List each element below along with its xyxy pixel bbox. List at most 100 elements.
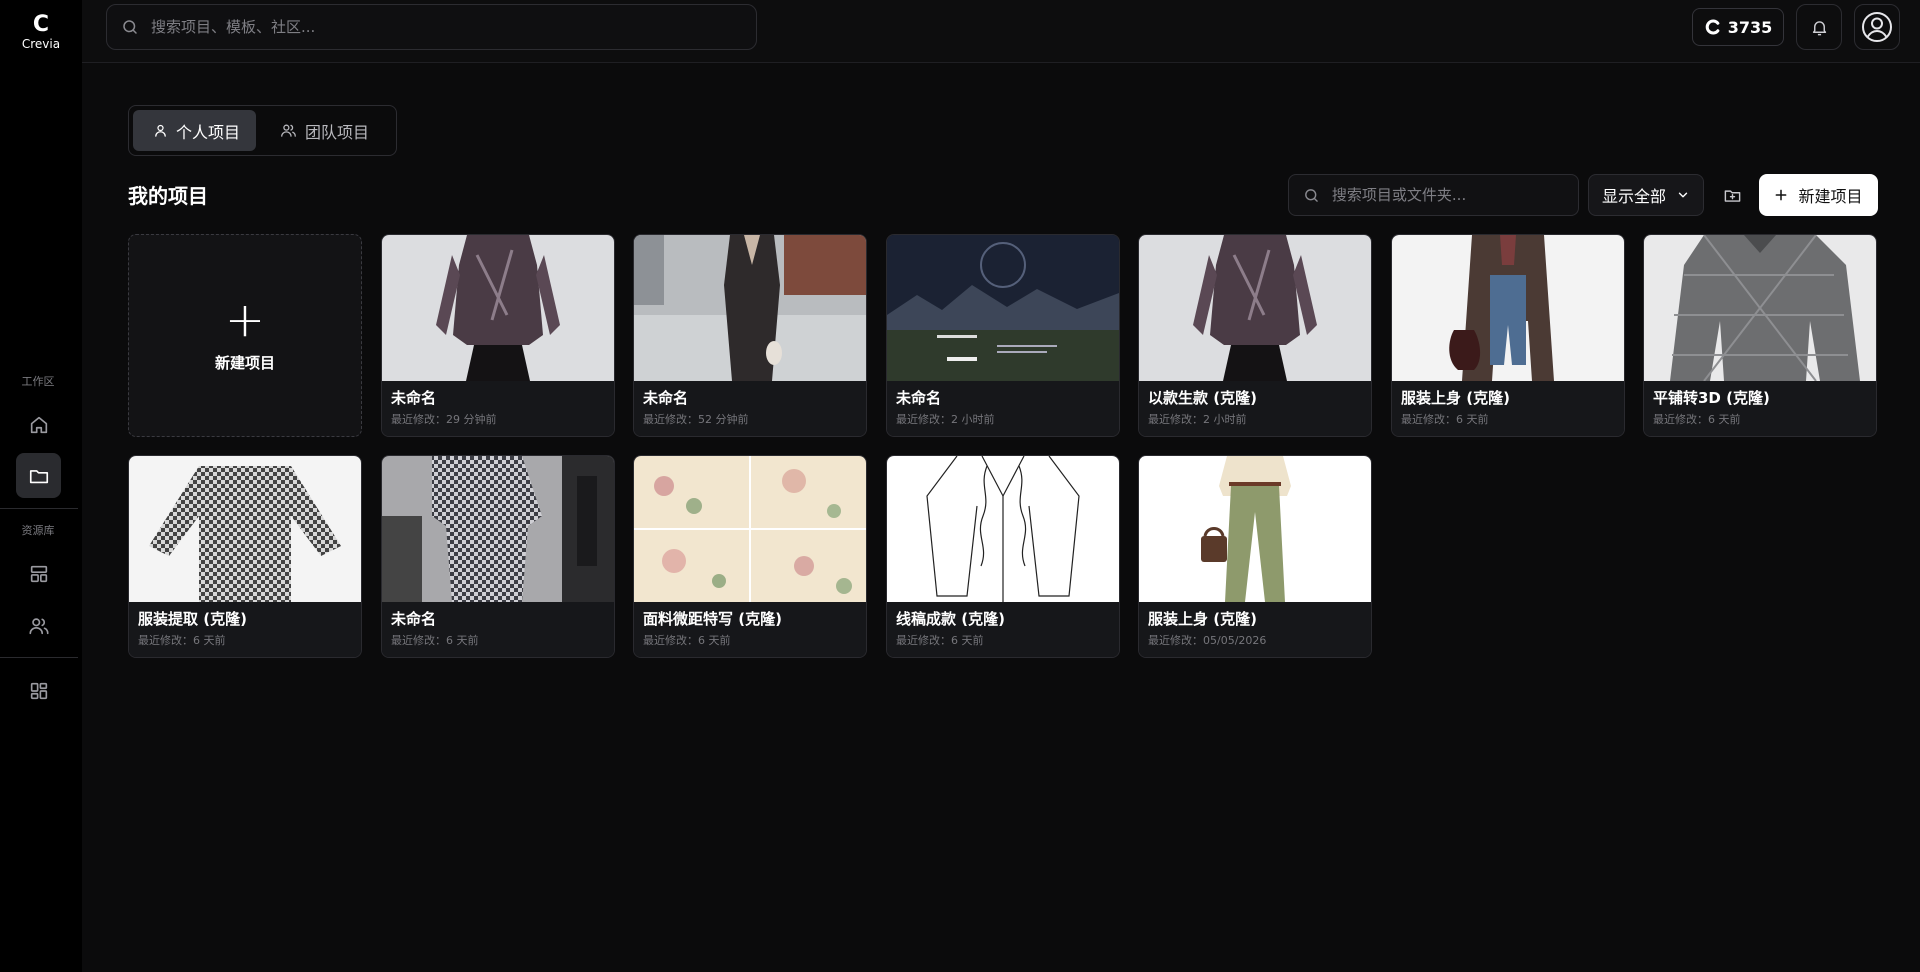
project-card[interactable]: 服装提取 (克隆) 最近修改：6 天前 (128, 455, 362, 658)
filter-label: 显示全部 (1601, 187, 1666, 206)
layout-icon (30, 565, 47, 582)
search-icon (123, 20, 137, 34)
project-title: 服装提取 (克隆) (138, 610, 247, 628)
project-title: 未命名 (391, 389, 437, 407)
project-modified-time: 最近修改：2 小时前 (1148, 413, 1247, 426)
project-modified-time: 最近修改：29 分钟前 (391, 413, 497, 426)
sidebar-item-community[interactable] (16, 603, 61, 648)
project-modified-time: 最近修改：05/05/2026 (1148, 634, 1267, 647)
project-meta: 以款生款 (克隆) 最近修改：2 小时前 (1139, 381, 1371, 436)
tab-label: 个人项目 (176, 122, 241, 142)
project-modified-time: 最近修改：6 天前 (1401, 413, 1489, 426)
project-modified-time: 最近修改：6 天前 (138, 634, 226, 647)
project-modified-time: 最近修改：2 小时前 (896, 413, 995, 426)
tab-personal-projects[interactable]: 个人项目 (133, 110, 257, 151)
project-thumbnail (634, 235, 866, 381)
sidebar-item-home[interactable] (16, 402, 61, 447)
project-card[interactable]: 未命名 最近修改：2 小时前 (886, 234, 1120, 437)
project-title: 未命名 (896, 389, 942, 407)
search-icon (1305, 188, 1318, 202)
project-meta: 未命名 最近修改：6 天前 (382, 602, 614, 657)
new-project-card-label: 新建项目 (214, 354, 275, 372)
project-meta: 未命名 最近修改：52 分钟前 (634, 381, 866, 436)
project-title: 面料微距特写 (克隆) (643, 610, 782, 628)
project-modified-time: 最近修改：6 天前 (896, 634, 984, 647)
project-card[interactable]: 线稿成款 (克隆) 最近修改：6 天前 (886, 455, 1120, 658)
project-card[interactable]: 未命名 最近修改：6 天前 (381, 455, 615, 658)
sidebar-item-apps[interactable] (16, 668, 61, 713)
project-thumbnail (382, 456, 614, 602)
project-title: 线稿成款 (克隆) (896, 610, 1005, 628)
project-modified-time: 最近修改：6 天前 (1653, 413, 1741, 426)
workspace-label: 工作区 (21, 375, 55, 388)
notifications-button[interactable] (1796, 4, 1842, 50)
bell-icon (1812, 20, 1826, 35)
user-avatar-button[interactable] (1854, 4, 1900, 50)
plus-icon: + (224, 292, 266, 348)
project-scope-tabs: 个人项目 团队项目 (128, 105, 397, 156)
credits-badge[interactable]: 3735 (1692, 8, 1784, 46)
section-title: 我的项目 (128, 184, 208, 208)
library-label: 资源库 (21, 524, 55, 537)
project-card[interactable]: 服装上身 (克隆) 最近修改：6 天前 (1391, 234, 1625, 437)
users-icon (28, 617, 49, 634)
app-logo[interactable]: C Crevia (0, 12, 82, 52)
user-avatar-icon (1862, 12, 1892, 42)
tab-team-projects[interactable]: 团队项目 (260, 110, 385, 151)
logo-text: Crevia (21, 37, 61, 51)
project-thumbnail (1139, 456, 1371, 602)
project-search[interactable] (1288, 174, 1579, 216)
new-project-button[interactable]: 新建项目 (1759, 174, 1878, 216)
project-thumbnail (129, 456, 361, 602)
project-meta: 未命名 最近修改：2 小时前 (887, 381, 1119, 436)
project-title: 未命名 (391, 610, 437, 628)
folder-plus-icon (1724, 189, 1740, 202)
project-meta: 线稿成款 (克隆) 最近修改：6 天前 (887, 602, 1119, 657)
logo-mark: C (32, 12, 50, 37)
sidebar: C Crevia 工作区 资源库 (0, 0, 82, 972)
project-modified-time: 最近修改：52 分钟前 (643, 413, 749, 426)
project-card[interactable]: 未命名 最近修改：52 分钟前 (633, 234, 867, 437)
project-title: 未命名 (643, 389, 689, 407)
global-search[interactable] (106, 4, 757, 50)
project-thumbnail (1139, 235, 1371, 381)
credits-icon (1705, 19, 1720, 35)
filter-dropdown[interactable]: 显示全部 (1588, 174, 1704, 216)
sidebar-item-projects[interactable] (16, 453, 61, 498)
project-title: 服装上身 (克隆) (1401, 389, 1510, 407)
project-meta: 服装上身 (克隆) 最近修改：05/05/2026 (1139, 602, 1371, 657)
project-modified-time: 最近修改：6 天前 (391, 634, 479, 647)
project-thumbnail (887, 456, 1119, 602)
new-project-card[interactable]: + 新建项目 (128, 234, 362, 437)
project-card[interactable]: 服装上身 (克隆) 最近修改：05/05/2026 (1138, 455, 1372, 658)
project-thumbnail (382, 235, 614, 381)
global-search-input[interactable] (151, 18, 723, 36)
tab-label: 团队项目 (305, 122, 370, 142)
credits-count: 3735 (1727, 17, 1773, 37)
new-project-label: 新建项目 (1798, 187, 1863, 206)
project-card[interactable]: 以款生款 (克隆) 最近修改：2 小时前 (1138, 234, 1372, 437)
project-meta: 平铺转3D (克隆) 最近修改：6 天前 (1644, 381, 1876, 436)
project-thumbnail (1392, 235, 1624, 381)
project-thumbnail (1644, 235, 1876, 381)
new-folder-button[interactable] (1712, 174, 1752, 216)
project-card[interactable]: 未命名 最近修改：29 分钟前 (381, 234, 615, 437)
project-modified-time: 最近修改：6 天前 (643, 634, 731, 647)
project-title: 平铺转3D (克隆) (1653, 389, 1770, 407)
apps-grid-icon (30, 682, 47, 699)
folder-icon (29, 469, 48, 483)
project-search-input[interactable] (1331, 186, 1578, 204)
sidebar-divider (0, 657, 78, 658)
users-icon (281, 124, 296, 137)
project-thumbnail (634, 456, 866, 602)
project-meta: 未命名 最近修改：29 分钟前 (382, 381, 614, 436)
plus-icon (1776, 189, 1787, 201)
sidebar-divider (0, 508, 78, 509)
project-title: 以款生款 (克隆) (1148, 389, 1257, 407)
home-icon (30, 416, 47, 433)
project-meta: 面料微距特写 (克隆) 最近修改：6 天前 (634, 602, 866, 657)
project-card[interactable]: 平铺转3D (克隆) 最近修改：6 天前 (1643, 234, 1877, 437)
project-thumbnail (887, 235, 1119, 381)
project-card[interactable]: 面料微距特写 (克隆) 最近修改：6 天前 (633, 455, 867, 658)
sidebar-item-templates[interactable] (16, 551, 61, 596)
